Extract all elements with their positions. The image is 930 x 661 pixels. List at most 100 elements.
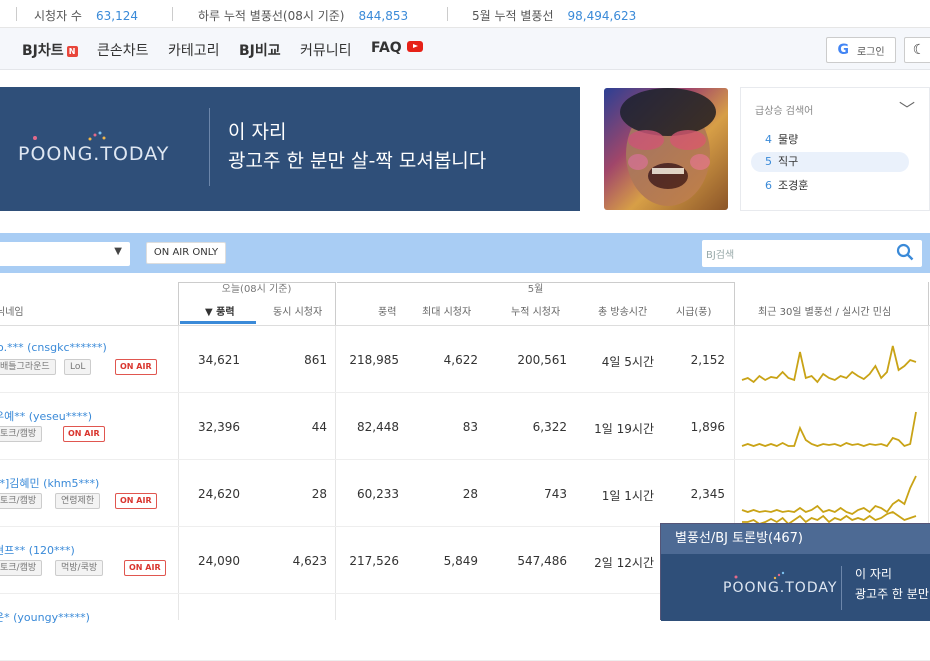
nav-faq[interactable]: FAQ (371, 40, 423, 56)
nav-label: FAQ (371, 40, 402, 56)
divider (172, 7, 173, 21)
category-tag[interactable]: 배틀그라운드 (0, 359, 56, 375)
cell-max-viewers: 28 (462, 487, 478, 501)
ad-divider (209, 108, 210, 186)
popup-line-1: 이 자리 (855, 567, 892, 581)
popup-divider (841, 566, 842, 610)
header-broadcast-time[interactable]: 총 방송시간 (598, 303, 647, 318)
popup-logo: POONG.TODAY (723, 580, 838, 596)
category-tag[interactable]: 먹방/쿡방 (55, 560, 104, 576)
viewers-label: 시청자 수 (34, 9, 82, 23)
header-nickname: 닉네임 (0, 307, 24, 318)
divider (928, 282, 929, 325)
category-tag[interactable]: 토크/캠방 (0, 426, 43, 442)
divider (734, 282, 735, 325)
monthly-stat: 5월 누적 별풍선 98,494,623 (472, 7, 636, 24)
cell-total-viewers: 547,486 (517, 554, 567, 568)
onair-only-button[interactable]: ON AIR ONLY (146, 242, 226, 264)
bj-search-box[interactable]: BJ검색 (702, 240, 922, 267)
trending-search-panel: 급상승 검색어 ﹀ 4 물량 5 직구 6 조경훈 (740, 87, 930, 211)
cell-viewers: 44 (311, 420, 327, 434)
moon-icon: ☾ (912, 42, 926, 58)
cell-month-poong: 217,526 (349, 554, 399, 568)
header-poong-sort[interactable]: ▼ 풍력 (205, 303, 235, 318)
header-total-viewers[interactable]: 누적 시청자 (511, 303, 560, 318)
poong-today-logo: POONG.TODAY (18, 143, 170, 165)
dark-mode-button[interactable]: ☾ (904, 37, 930, 63)
cell-poong: 32,396 (198, 420, 240, 434)
category-select[interactable]: ▼ (0, 242, 130, 266)
cell-hourly: 2,345 (690, 487, 725, 501)
cell-broadcast-time: 2일 12시간 (594, 556, 654, 570)
bj-name[interactable]: 우예** (yeseu****) (0, 408, 92, 424)
trending-term: 물량 (778, 133, 799, 146)
trending-rank: 6 (765, 179, 772, 192)
header-viewers[interactable]: 동시 시청자 (273, 303, 322, 318)
onair-badge: ON AIR (115, 359, 157, 375)
search-input[interactable]: BJ검색 (706, 246, 734, 261)
bj-name[interactable]: **]김혜민 (khm5***) (0, 475, 99, 491)
category-tag[interactable]: 연령제한 (55, 493, 101, 509)
cell-max-viewers: 83 (462, 420, 478, 434)
popup-ad-text: 이 자리 광고주 한 분만 (855, 564, 929, 604)
trending-rank: 4 (765, 133, 772, 146)
cell-total-viewers: 6,322 (532, 420, 567, 434)
youtube-icon[interactable] (406, 41, 423, 52)
category-tag[interactable]: 토크/캠방 (0, 493, 43, 509)
cell-broadcast-time: 1일 1시간 (601, 489, 654, 503)
onair-badge: ON AIR (115, 493, 157, 509)
new-badge-icon: N (66, 46, 78, 57)
bj-name[interactable]: 현프** (120***) (0, 542, 75, 558)
trending-item[interactable]: 4 물량 (751, 130, 909, 150)
trending-item[interactable]: 6 조경훈 (751, 176, 909, 196)
nav-label: BJ차트 (22, 43, 64, 59)
nav-bj-compare[interactable]: BJ비교 (239, 40, 281, 60)
monthly-label: 5월 누적 별풍선 (472, 9, 554, 23)
trending-term: 직구 (778, 155, 799, 168)
login-label: 로그인 (856, 46, 885, 58)
trending-title: 급상승 검색어 (755, 106, 814, 117)
popup-title[interactable]: 별풍선/BJ 토론방(467) (661, 524, 930, 554)
cell-month-poong: 218,985 (349, 353, 399, 367)
header-max-viewers[interactable]: 최대 시청자 (422, 303, 471, 318)
cell-month-poong: 82,448 (357, 420, 399, 434)
nav-category[interactable]: 카테고리 (168, 40, 220, 60)
group-header-today: 오늘(08시 기준) (178, 282, 335, 296)
trending-term: 조경훈 (778, 179, 809, 192)
onair-badge: ON AIR (124, 560, 166, 576)
bj-name[interactable]: lo.*** (cnsgkc******) (0, 341, 107, 354)
cell-viewers: 4,623 (292, 554, 327, 568)
nav-bj-chart[interactable]: BJ차트 N (22, 40, 78, 60)
discussion-popup[interactable]: 별풍선/BJ 토론방(467) POONG.TODAY 이 자리 광고주 한 분만 (660, 523, 930, 621)
viewers-value: 63,124 (95, 9, 138, 23)
cell-broadcast-time: 4일 5시간 (601, 355, 654, 369)
category-tag[interactable]: LoL (64, 359, 92, 375)
cell-hourly: 2,152 (690, 353, 725, 367)
login-button[interactable]: G 로그인 (826, 37, 896, 63)
sort-indicator (180, 321, 256, 324)
onair-badge: ON AIR (63, 426, 105, 442)
nav-big-chart[interactable]: 큰손차트 (97, 40, 149, 60)
header-hourly[interactable]: 시급(풍) (676, 303, 711, 318)
cell-viewers: 861 (304, 353, 327, 367)
daily-value: 844,853 (358, 9, 409, 23)
viewers-stat: 시청자 수 63,124 (34, 7, 138, 24)
category-tag[interactable]: 토크/캠방 (0, 560, 43, 576)
trending-item[interactable]: 5 직구 (751, 152, 909, 172)
header-month-poong[interactable]: 풍력 (378, 303, 396, 318)
dropdown-arrow-icon: ▼ (114, 246, 122, 257)
cell-month-poong: 60,233 (357, 487, 399, 501)
bj-name[interactable]: 은* (youngy*****) (0, 609, 90, 625)
cell-poong: 24,090 (198, 554, 240, 568)
divider (447, 7, 448, 21)
cell-broadcast-time: 1일 19시간 (594, 422, 654, 436)
search-icon[interactable] (896, 243, 914, 261)
nav-community[interactable]: 커뮤니티 (300, 40, 352, 60)
google-icon: G (837, 42, 849, 58)
divider (16, 7, 17, 21)
featured-bj-thumbnail[interactable] (604, 88, 728, 210)
ad-line-1: 이 자리 (228, 121, 287, 143)
daily-label: 하루 누적 별풍선(08시 기준) (198, 9, 345, 23)
header-recent-chart: 최근 30일 별풍선 / 실시간 민심 (758, 307, 892, 318)
chevron-down-icon[interactable]: ﹀ (899, 96, 915, 120)
